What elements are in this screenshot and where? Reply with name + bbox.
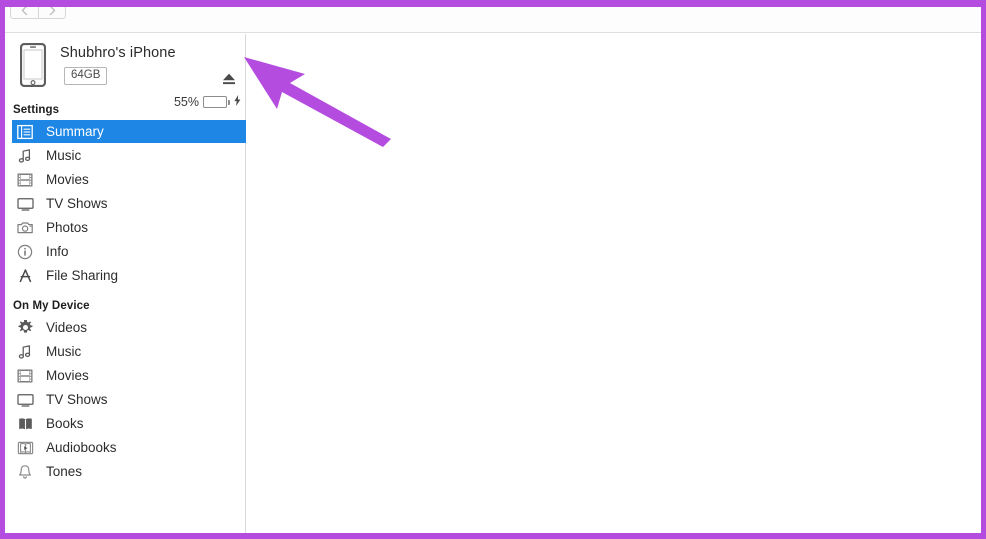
film-strip-icon [12, 172, 38, 188]
film-strip-icon [12, 368, 38, 384]
sidebar-item-label: Music [46, 148, 82, 163]
sidebar-item-on-device-movies[interactable]: Movies [12, 364, 246, 387]
sidebar-item-audiobooks[interactable]: Audiobooks [12, 436, 246, 459]
sidebar-item-label: Music [46, 344, 82, 359]
sidebar-item-videos[interactable]: Videos [12, 316, 246, 339]
sidebar-item-label: Audiobooks [46, 440, 117, 455]
sidebar-section-settings-title: Settings [13, 104, 60, 116]
television-icon [12, 392, 38, 408]
device-header[interactable]: Shubhro's iPhone 64GB 55% [5, 34, 246, 109]
open-book-icon [12, 416, 38, 432]
bell-icon [12, 464, 38, 480]
battery-percent-label: 55% [173, 95, 199, 109]
sidebar-item-label: Videos [46, 320, 88, 335]
sidebar-item-info[interactable]: Info [12, 240, 246, 263]
iphone-icon [19, 42, 47, 88]
sidebar-item-label: Summary [46, 124, 104, 139]
sidebar-item-label: File Sharing [46, 268, 119, 283]
gear-icon [12, 319, 38, 336]
device-sidebar: Shubhro's iPhone 64GB 55% Settings Summa… [5, 34, 246, 533]
annotated-screenshot-frame: Shubhro's iPhone 64GB 55% Settings Summa… [0, 0, 986, 539]
info-circle-icon [12, 244, 38, 260]
sidebar-item-summary[interactable]: Summary [12, 120, 246, 143]
forward-button[interactable] [38, 7, 66, 19]
charging-bolt-icon [234, 95, 241, 109]
music-note-icon [12, 148, 38, 164]
audiobook-icon [12, 440, 38, 456]
music-note-icon [12, 344, 38, 360]
television-icon [12, 196, 38, 212]
sidebar-item-label: Info [46, 244, 69, 259]
sidebar-item-label: TV Shows [46, 196, 108, 211]
sidebar-item-label: Movies [46, 368, 89, 383]
sidebar-item-books[interactable]: Books [12, 412, 246, 435]
back-button[interactable] [10, 7, 38, 19]
sidebar-item-movies[interactable]: Movies [12, 168, 246, 191]
device-name-label: Shubhro's iPhone [60, 45, 176, 61]
sidebar-item-label: Books [46, 416, 84, 431]
device-capacity-badge: 64GB [64, 67, 108, 86]
file-sharing-icon [12, 268, 38, 284]
battery-icon [203, 96, 230, 108]
sidebar-item-music[interactable]: Music [12, 144, 246, 167]
sidebar-item-label: TV Shows [46, 392, 108, 407]
sidebar-section-on-my-device-title: On My Device [13, 300, 90, 312]
battery-status: 55% [174, 95, 241, 109]
sidebar-item-file-sharing[interactable]: File Sharing [12, 264, 246, 287]
sidebar-item-label: Tones [46, 464, 83, 479]
sidebar-item-on-device-music[interactable]: Music [12, 340, 246, 363]
sidebar-item-photos[interactable]: Photos [12, 216, 246, 239]
camera-icon [12, 220, 38, 236]
sidebar-item-on-device-tv-shows[interactable]: TV Shows [12, 388, 246, 411]
window-toolbar [5, 7, 981, 33]
sidebar-item-tones[interactable]: Tones [12, 460, 246, 483]
itunes-window: Shubhro's iPhone 64GB 55% Settings Summa… [5, 7, 981, 533]
navigation-button-group [10, 7, 66, 19]
main-content-pane [247, 34, 981, 533]
sidebar-item-label: Movies [46, 172, 89, 187]
summary-list-icon [12, 124, 38, 140]
sidebar-item-tv-shows[interactable]: TV Shows [12, 192, 246, 215]
sidebar-item-label: Photos [46, 220, 89, 235]
eject-icon[interactable] [218, 72, 240, 86]
